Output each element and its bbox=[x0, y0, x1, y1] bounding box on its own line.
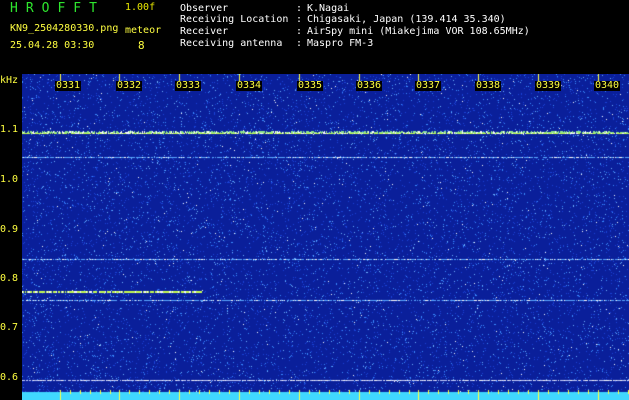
info-value-observer: K.Nagai bbox=[307, 3, 350, 14]
x-tick-label: 0335 bbox=[297, 80, 324, 91]
file-name: KN9_2504280330.png bbox=[10, 23, 119, 34]
y-tick-label: 0.9 bbox=[0, 224, 19, 235]
y-tick-label: 1.1 bbox=[0, 124, 19, 135]
info-label-observer: Observer bbox=[180, 3, 229, 14]
y-unit-label: kHz bbox=[0, 75, 19, 86]
header-panel: HROFFT 1.00f KN9_2504280330.png meteor 2… bbox=[0, 0, 629, 74]
y-tick-label: 0.7 bbox=[0, 322, 19, 333]
y-tick-label: 0.6 bbox=[0, 372, 19, 383]
info-value-location: Chigasaki, Japan (139.414 35.340) bbox=[307, 14, 506, 25]
meteor-count: 8 bbox=[138, 39, 145, 52]
info-label-location: Receiving Location bbox=[180, 14, 289, 25]
x-tick-label: 0332 bbox=[116, 80, 143, 91]
info-colon: : bbox=[296, 26, 303, 37]
y-tick-label: 1.0 bbox=[0, 174, 19, 185]
x-tick-label: 0340 bbox=[594, 80, 621, 91]
x-tick-label: 0339 bbox=[535, 80, 562, 91]
x-tick-label: 0331 bbox=[55, 80, 82, 91]
info-value-antenna: Maspro FM-3 bbox=[307, 38, 374, 49]
info-value-receiver: AirSpy mini (Miakejima VOR 108.65MHz) bbox=[307, 26, 530, 37]
x-tick-label: 0334 bbox=[236, 80, 263, 91]
spectrogram-canvas bbox=[22, 74, 629, 400]
app-version: 1.00f bbox=[125, 2, 156, 13]
x-tick-label: 0338 bbox=[475, 80, 502, 91]
x-tick-label: 0333 bbox=[175, 80, 202, 91]
info-label-receiver: Receiver bbox=[180, 26, 229, 37]
y-tick-label: 0.8 bbox=[0, 273, 19, 284]
x-tick-label: 0336 bbox=[356, 80, 383, 91]
info-colon: : bbox=[296, 38, 303, 49]
info-label-antenna: Receiving antenna bbox=[180, 38, 283, 49]
date-time: 25.04.28 03:30 bbox=[10, 40, 95, 51]
app-name: HROFFT bbox=[10, 1, 105, 16]
info-colon: : bbox=[296, 3, 303, 14]
info-colon: : bbox=[296, 14, 303, 25]
meteor-label: meteor bbox=[125, 25, 162, 36]
x-tick-label: 0337 bbox=[415, 80, 442, 91]
